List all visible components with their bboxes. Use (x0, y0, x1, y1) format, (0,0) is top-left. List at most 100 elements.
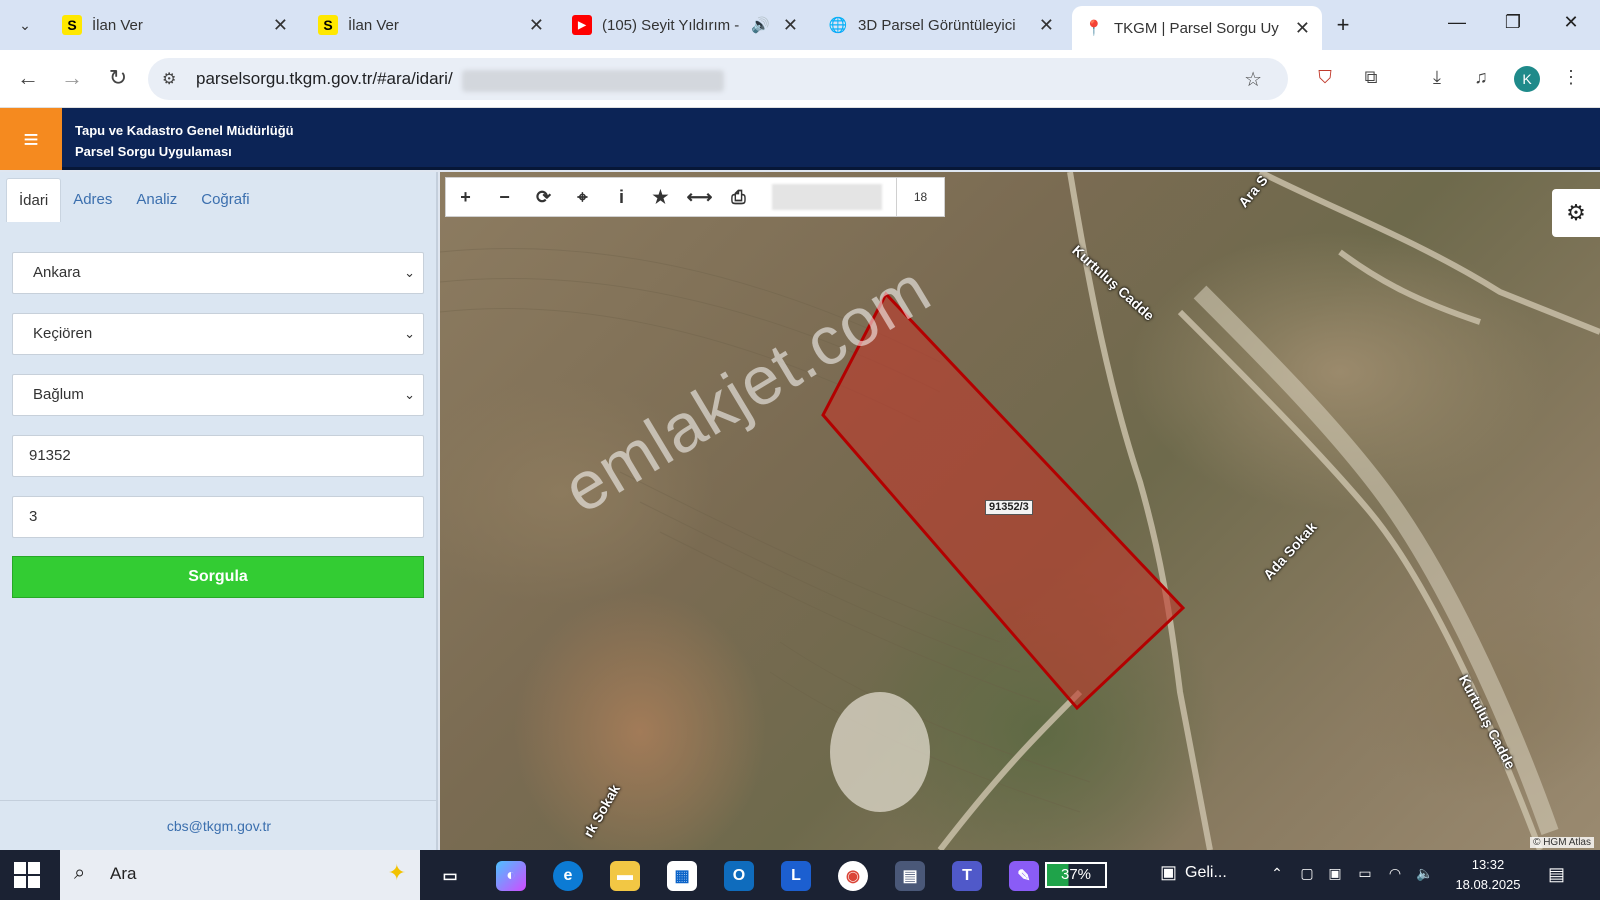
star-icon[interactable]: ★ (641, 178, 680, 216)
news-widget[interactable]: ▣ Geli... (1160, 862, 1227, 883)
district-select[interactable]: Keçiören ⌄ (12, 313, 424, 355)
download-icon[interactable]: ⤓ (1424, 67, 1450, 88)
tab-cografi[interactable]: Coğrafi (189, 178, 261, 222)
neighborhood-select[interactable]: Bağlum ⌄ (12, 374, 424, 416)
windows-taskbar: ⌕ Ara ✦ ▭ ◐ e ▬ ▦ O L ◉ ▤ T ✎ 37% ▣ Geli… (0, 850, 1600, 900)
parcel-input[interactable]: 3 (12, 496, 424, 538)
province-value: Ankara (33, 264, 81, 281)
speaker-icon[interactable]: 🔊 (751, 16, 770, 34)
browser-tab-active[interactable]: 📍 TKGM | Parsel Sorgu Uyg ✕ (1072, 6, 1322, 50)
file-explorer-icon[interactable]: ▬ (610, 861, 640, 891)
media-control-icon[interactable]: ♫ (1468, 67, 1494, 88)
print-icon[interactable]: ⎙ (719, 178, 758, 216)
new-tab-button[interactable]: + (1328, 12, 1358, 38)
chevron-down-icon: ⌄ (404, 326, 415, 341)
bookmark-star-icon[interactable]: ☆ (1244, 67, 1262, 92)
contact-email-link[interactable]: cbs@tkgm.gov.tr (0, 800, 438, 850)
tab-title: (105) Seyit Yıldırım - (602, 16, 740, 34)
chevron-down-icon: ⌄ (404, 387, 415, 402)
block-input[interactable]: 91352 (12, 435, 424, 477)
neighborhood-value: Bağlum (33, 386, 84, 403)
tab-adres[interactable]: Adres (61, 178, 124, 222)
search-icon: ⌕ (74, 862, 86, 884)
redacted-field (772, 184, 882, 210)
locate-crosshair-icon[interactable]: ⌖ (563, 178, 602, 216)
browser-tab[interactable]: ▶ (105) Seyit Yıldırım - 🔊 ✕ (560, 8, 810, 42)
sahibinden-icon: S (318, 15, 338, 35)
map-toolbar: + − ⟳ ⌖ i ★ ⟷ ⎙ 18 (445, 177, 945, 217)
browser-tab[interactable]: 🌐 3D Parsel Görüntüleyici ✕ (816, 8, 1066, 42)
chevron-down-icon: ⌄ (404, 265, 415, 280)
battery-indicator: 37% (1045, 862, 1107, 888)
browser-tab[interactable]: S İlan Ver ✕ (306, 8, 556, 42)
extension-icon[interactable]: ⛉ (1312, 67, 1338, 88)
map-pin-icon: 📍 (1084, 20, 1104, 37)
minimize-icon[interactable]: — (1442, 12, 1472, 33)
close-window-icon[interactable]: ✕ (1556, 12, 1586, 33)
volume-icon[interactable]: 🔈 (1414, 865, 1436, 882)
outlook-icon[interactable]: O (724, 861, 754, 891)
taskbar-search[interactable]: ⌕ Ara ✦ (60, 850, 420, 900)
store-icon[interactable]: ▦ (667, 861, 697, 891)
task-view-icon[interactable]: ▭ (435, 861, 465, 891)
close-icon[interactable]: ✕ (783, 15, 798, 36)
tab-title: TKGM | Parsel Sorgu Uyg (1114, 19, 1279, 37)
map-attribution: © HGM Atlas (1530, 837, 1594, 848)
info-icon[interactable]: i (602, 178, 641, 216)
tab-search-chevron-icon[interactable]: ⌄ (10, 10, 40, 40)
youtube-icon: ▶ (572, 15, 592, 35)
chevron-up-icon[interactable]: ⌃ (1266, 865, 1288, 882)
paint-icon[interactable]: ✎ (1009, 861, 1039, 891)
forward-icon[interactable]: → (58, 66, 86, 90)
profile-avatar[interactable]: K (1514, 66, 1540, 92)
tray-display-icon[interactable]: ▣ (1324, 865, 1346, 882)
tab-title: 3D Parsel Görüntüleyici (858, 16, 1016, 34)
site-settings-icon[interactable]: ⚙ (162, 69, 176, 89)
hamburger-menu-icon[interactable]: ≡ (0, 108, 62, 170)
address-bar[interactable]: ⚙ parselsorgu.tkgm.gov.tr/#ara/idari/ ☆ (148, 58, 1288, 100)
tab-analiz[interactable]: Analiz (124, 178, 189, 222)
parcel-label: 91352/3 (985, 500, 1033, 515)
notification-icon[interactable]: ▤ (1548, 864, 1565, 885)
browser-tab[interactable]: S İlan Ver ✕ (50, 8, 300, 42)
battery-icon[interactable]: ▭ (1354, 865, 1376, 882)
tab-idari[interactable]: İdari (6, 178, 62, 222)
url-text: parselsorgu.tkgm.gov.tr/#ara/idari/ (196, 69, 453, 88)
tray-app-icon[interactable]: ▢ (1296, 865, 1318, 882)
zoom-level: 18 (896, 178, 944, 216)
refresh-icon[interactable]: ⟳ (524, 178, 563, 216)
extensions-puzzle-icon[interactable]: ⧉ (1358, 67, 1384, 88)
app-l-icon[interactable]: L (781, 861, 811, 891)
zoom-out-icon[interactable]: − (485, 178, 524, 216)
chrome-icon[interactable]: ◉ (838, 861, 868, 891)
settings-gear-icon[interactable]: ⚙ (1552, 189, 1600, 237)
province-select[interactable]: Ankara ⌄ (12, 252, 424, 294)
wifi-icon[interactable]: ◠ (1384, 865, 1406, 882)
system-clock[interactable]: 13:32 18.08.2025 (1450, 855, 1526, 895)
search-label: Ara (110, 864, 137, 883)
news-label: Geli... (1185, 863, 1227, 881)
copilot-icon[interactable]: ◐ (496, 861, 526, 891)
close-icon[interactable]: ✕ (529, 15, 544, 36)
reload-icon[interactable]: ↻ (104, 66, 132, 90)
browser-toolbar: ← → ↻ ⚙ parselsorgu.tkgm.gov.tr/#ara/ida… (0, 50, 1600, 108)
restore-icon[interactable]: ❐ (1498, 12, 1528, 33)
zoom-in-icon[interactable]: + (446, 178, 485, 216)
news-icon: ▣ (1160, 862, 1178, 882)
close-icon[interactable]: ✕ (1039, 15, 1054, 36)
back-icon[interactable]: ← (14, 66, 42, 90)
redacted-url-segment (462, 70, 724, 92)
measure-icon[interactable]: ⟷ (680, 178, 719, 216)
edge-icon[interactable]: e (553, 861, 583, 891)
windows-start-icon[interactable] (14, 862, 40, 888)
query-button[interactable]: Sorgula (12, 556, 424, 598)
globe-icon: 🌐 (828, 17, 848, 34)
close-icon[interactable]: ✕ (273, 15, 288, 36)
more-menu-icon[interactable]: ⋮ (1558, 67, 1584, 88)
teams-icon[interactable]: T (952, 861, 982, 891)
app-name: Parsel Sorgu Uygulaması (75, 144, 232, 159)
tab-title: İlan Ver (348, 16, 399, 34)
map-view[interactable]: emlakjet.com 91352/3 Kurtuluş Cadde Ada … (440, 172, 1600, 850)
calculator-icon[interactable]: ▤ (895, 861, 925, 891)
close-icon[interactable]: ✕ (1295, 18, 1310, 39)
